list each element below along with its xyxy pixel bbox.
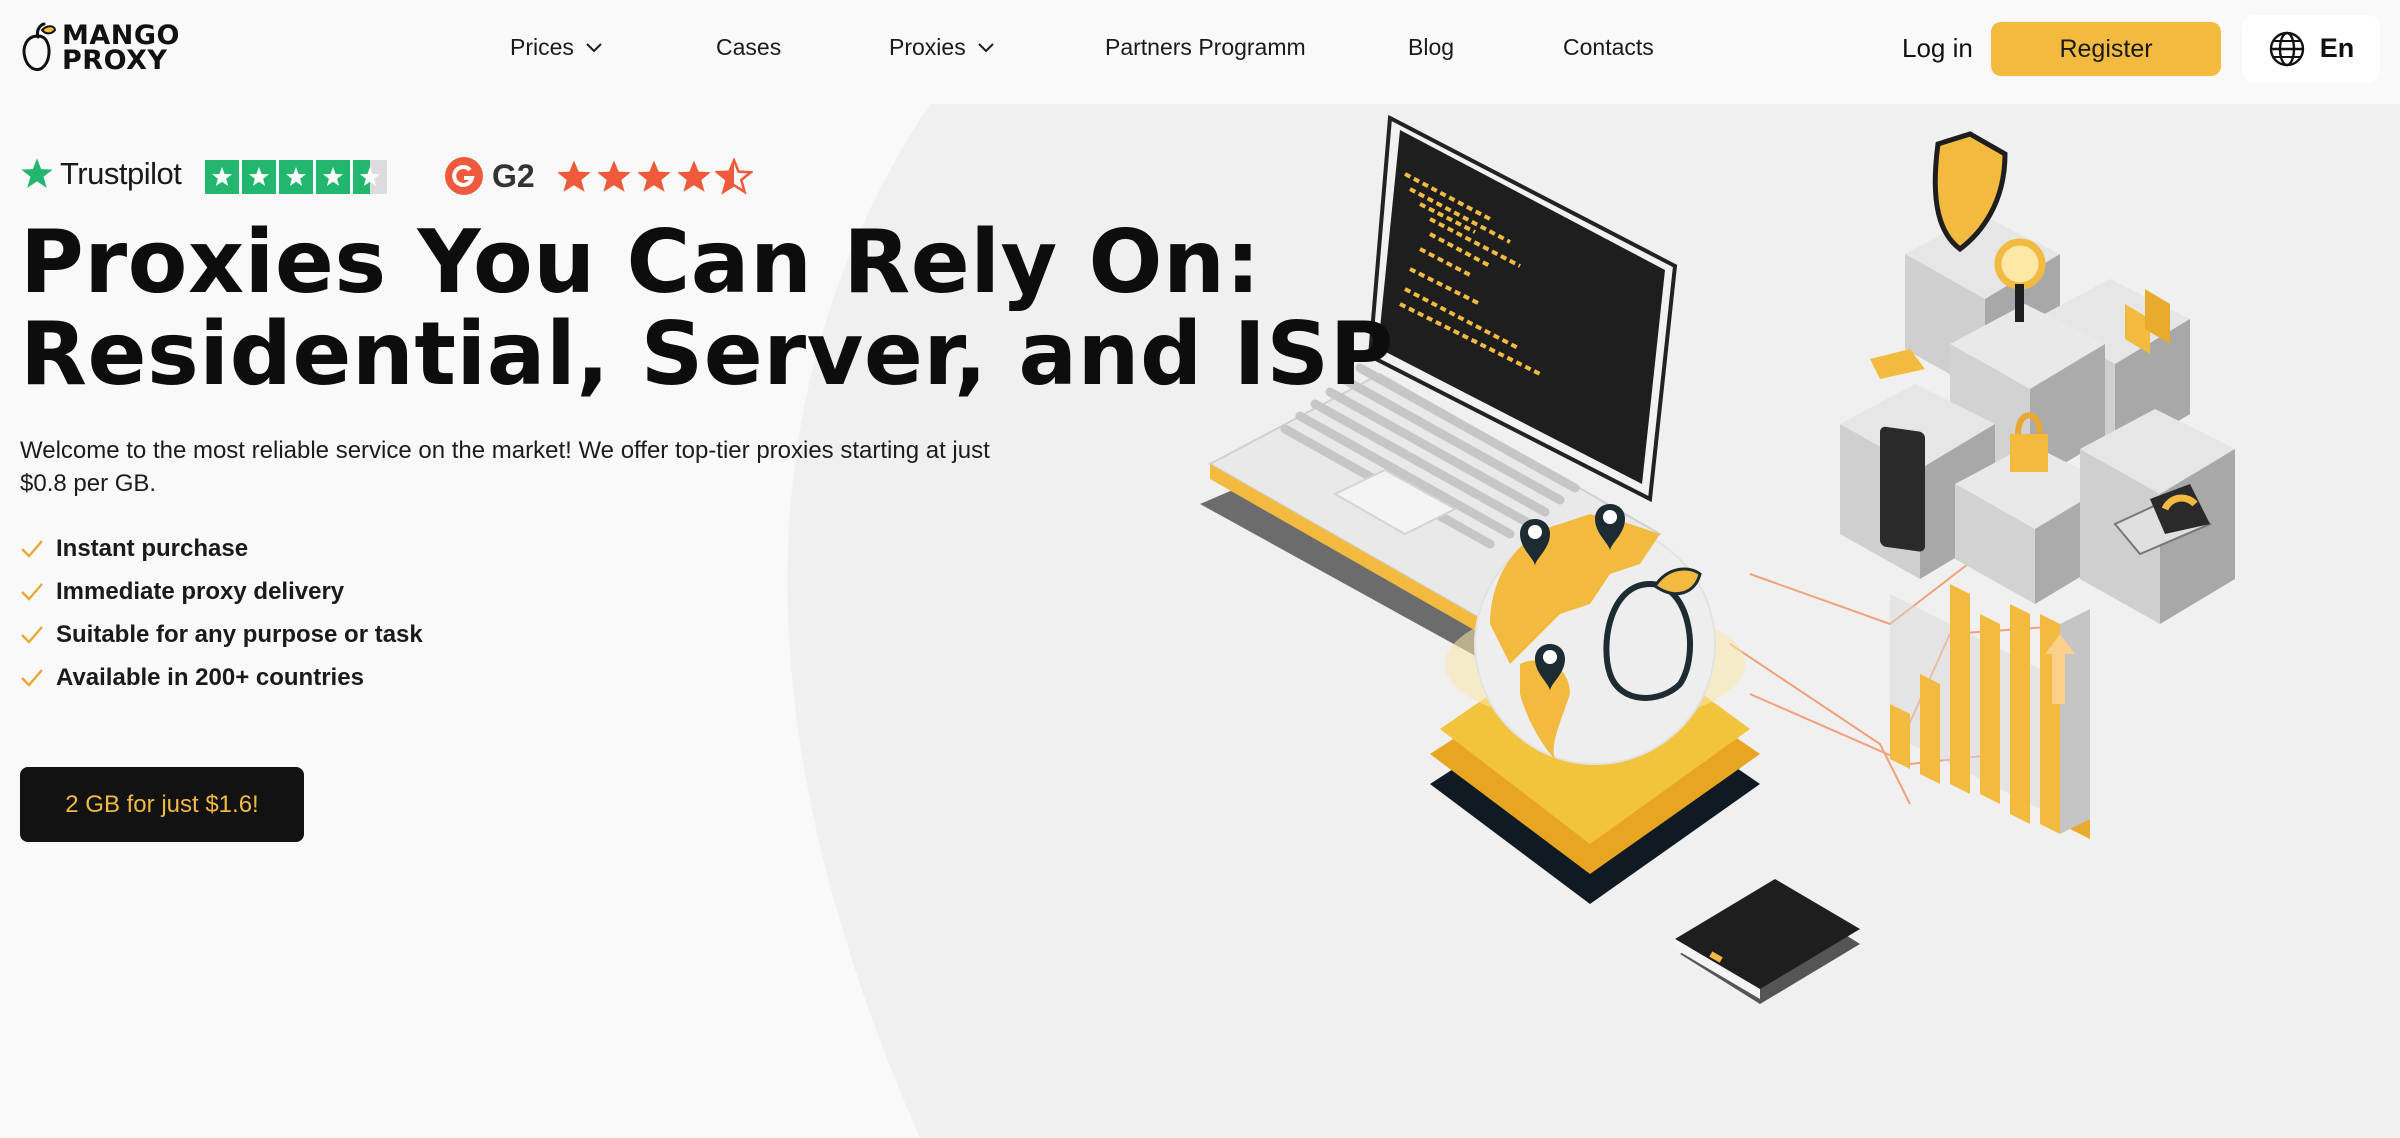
- nav-contacts-label: Contacts: [1563, 34, 1654, 60]
- hero-title: Proxies You Can Rely On: Residential, Se…: [20, 211, 1394, 405]
- star-icon: [205, 160, 239, 194]
- nav-proxies[interactable]: Proxies: [889, 34, 994, 61]
- feature-item: Available in 200+ countries: [20, 656, 423, 699]
- globe-icon: [2269, 31, 2304, 66]
- star-icon: [597, 160, 631, 192]
- feature-item: Instant purchase: [20, 527, 423, 570]
- nav-proxies-label: Proxies: [889, 34, 966, 60]
- hero-title-line1: Proxies You Can Rely On:: [20, 211, 1261, 313]
- trustpilot-rating[interactable]: Trustpilot: [20, 156, 182, 192]
- language-label: En: [2319, 33, 2355, 63]
- hero-title-line2: Residential, Server, and ISP: [20, 303, 1394, 405]
- star-icon: [242, 160, 276, 194]
- nav-partners-label: Partners Programm: [1105, 34, 1306, 60]
- brand-logo[interactable]: MANGO PROXY: [20, 22, 180, 74]
- star-icon: [557, 160, 591, 192]
- half-star-icon: [715, 158, 753, 195]
- star-icon: [637, 160, 671, 192]
- cta-button[interactable]: 2 GB for just $1.6!: [20, 767, 304, 842]
- nav-prices-label: Prices: [510, 34, 574, 60]
- check-icon: [21, 668, 43, 687]
- login-link[interactable]: Log in: [1902, 33, 1973, 64]
- feature-label: Immediate proxy delivery: [56, 577, 345, 605]
- nav-blog[interactable]: Blog: [1408, 34, 1454, 61]
- feature-label: Available in 200+ countries: [56, 663, 364, 691]
- feature-label: Suitable for any purpose or task: [56, 620, 423, 648]
- star-icon: [677, 160, 711, 192]
- nav-cases[interactable]: Cases: [716, 34, 781, 61]
- check-icon: [21, 625, 43, 644]
- language-selector[interactable]: En: [2242, 15, 2380, 82]
- site-header: MANGO PROXY Prices Cases Proxies Partner…: [0, 0, 2400, 104]
- feature-item: Immediate proxy delivery: [20, 570, 423, 613]
- nav-prices[interactable]: Prices: [510, 34, 602, 61]
- g2-rating[interactable]: G2: [444, 156, 535, 196]
- half-star-icon: [353, 160, 387, 194]
- check-icon: [21, 582, 43, 601]
- trustpilot-label: Trustpilot: [60, 156, 182, 191]
- brand-name: MANGO PROXY: [62, 20, 180, 76]
- feature-item: Suitable for any purpose or task: [20, 613, 423, 656]
- chevron-down-icon: [586, 42, 602, 52]
- g2-stars: [555, 158, 753, 196]
- chevron-down-icon: [977, 42, 994, 52]
- feature-list: Instant purchase Immediate proxy deliver…: [20, 527, 423, 699]
- nav-blog-label: Blog: [1408, 34, 1455, 60]
- mango-icon: [22, 22, 56, 72]
- check-icon: [21, 539, 43, 558]
- g2-logo-icon: [445, 157, 483, 195]
- star-icon: [316, 160, 350, 194]
- g2-label: G2: [492, 157, 535, 194]
- hero-illustration: [1190, 104, 2300, 1024]
- nav-partners[interactable]: Partners Programm: [1105, 34, 1306, 61]
- hero-subtitle: Welcome to the most reliable service on …: [20, 437, 990, 497]
- trustpilot-star-icon: [21, 158, 53, 188]
- feature-label: Instant purchase: [56, 534, 249, 562]
- register-button[interactable]: Register: [1991, 22, 2221, 76]
- nav-cases-label: Cases: [716, 34, 782, 60]
- nav-contacts[interactable]: Contacts: [1563, 34, 1654, 61]
- trustpilot-stars: [205, 160, 387, 194]
- star-icon: [279, 160, 313, 194]
